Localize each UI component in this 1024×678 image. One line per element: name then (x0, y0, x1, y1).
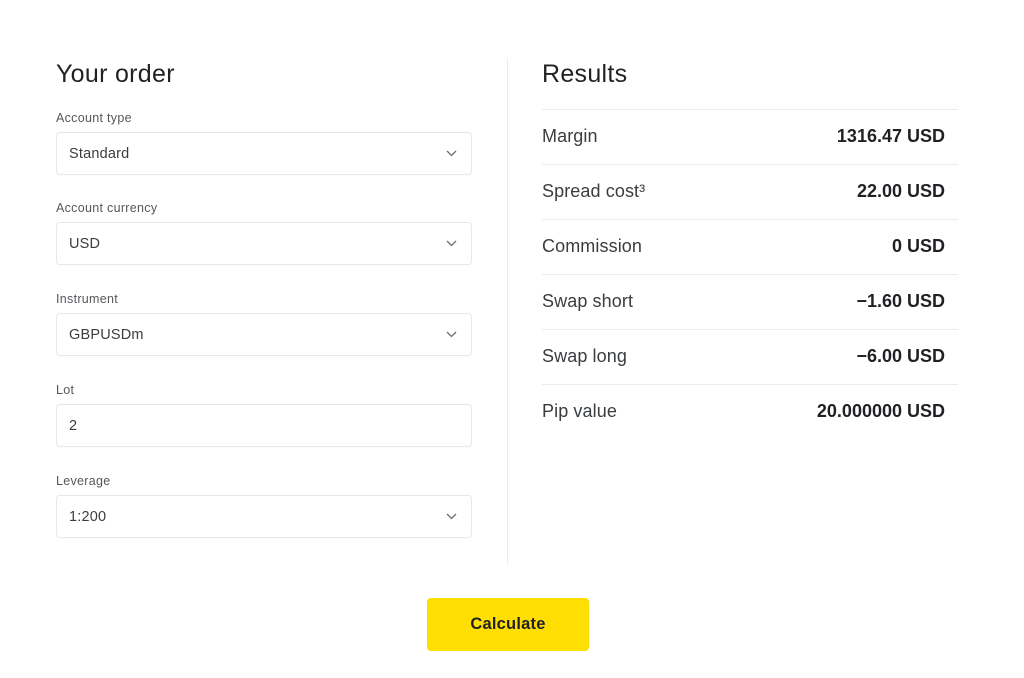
column-divider (507, 58, 508, 564)
lot-input-wrapper[interactable] (56, 404, 472, 447)
lot-field: Lot (56, 382, 472, 447)
result-label: Swap long (542, 346, 627, 366)
trading-calculator: Your order Account type Standard Account… (0, 0, 1024, 678)
calculate-button[interactable]: Calculate (427, 598, 589, 651)
result-label: Spread cost³ (542, 181, 646, 201)
result-row-swap-short: Swap short −1.60 USD (542, 274, 958, 329)
result-row-margin: Margin 1316.47 USD (542, 109, 958, 164)
results-panel: Results Margin 1316.47 USD Spread cost³ … (542, 58, 958, 421)
instrument-value: GBPUSDm (69, 326, 144, 343)
leverage-label: Leverage (56, 474, 111, 488)
result-value: −6.00 USD (856, 346, 945, 366)
result-row-swap-long: Swap long −6.00 USD (542, 329, 958, 384)
result-label: Commission (542, 236, 643, 256)
account-currency-select[interactable]: USD (56, 222, 472, 265)
result-row-pip-value: Pip value 20.000000 USD (542, 384, 958, 439)
result-value: −1.60 USD (856, 291, 945, 311)
result-value: 22.00 USD (856, 181, 945, 201)
result-label: Margin (542, 126, 598, 146)
lot-input[interactable] (69, 405, 457, 446)
leverage-value: 1:200 (69, 508, 107, 525)
account-type-field: Account type Standard (56, 110, 472, 175)
order-title: Your order (56, 60, 175, 88)
results-title: Results (542, 60, 628, 88)
result-row-spread-cost: Spread cost³ 22.00 USD (542, 164, 958, 219)
result-row-commission: Commission 0 USD (542, 219, 958, 274)
leverage-field: Leverage 1:200 (56, 473, 472, 538)
instrument-select[interactable]: GBPUSDm (56, 313, 472, 356)
result-label: Pip value (542, 401, 617, 421)
account-type-label: Account type (56, 111, 132, 125)
account-type-value: Standard (69, 145, 130, 162)
result-value: 1316.47 USD (836, 126, 945, 146)
account-currency-value: USD (69, 235, 101, 252)
results-list: Margin 1316.47 USD Spread cost³ 22.00 US… (542, 109, 958, 439)
account-currency-field: Account currency USD (56, 200, 472, 265)
chevron-down-icon (445, 238, 457, 250)
chevron-down-icon (445, 329, 457, 341)
result-value: 20.000000 USD (816, 401, 945, 421)
lot-label: Lot (56, 383, 75, 397)
leverage-select[interactable]: 1:200 (56, 495, 472, 538)
instrument-label: Instrument (56, 292, 119, 306)
chevron-down-icon (445, 511, 457, 523)
order-panel: Your order Account type Standard Account… (56, 58, 472, 538)
result-value: 0 USD (891, 236, 945, 256)
chevron-down-icon (445, 148, 457, 160)
account-type-select[interactable]: Standard (56, 132, 472, 175)
result-label: Swap short (542, 291, 634, 311)
instrument-field: Instrument GBPUSDm (56, 291, 472, 356)
account-currency-label: Account currency (56, 201, 158, 215)
